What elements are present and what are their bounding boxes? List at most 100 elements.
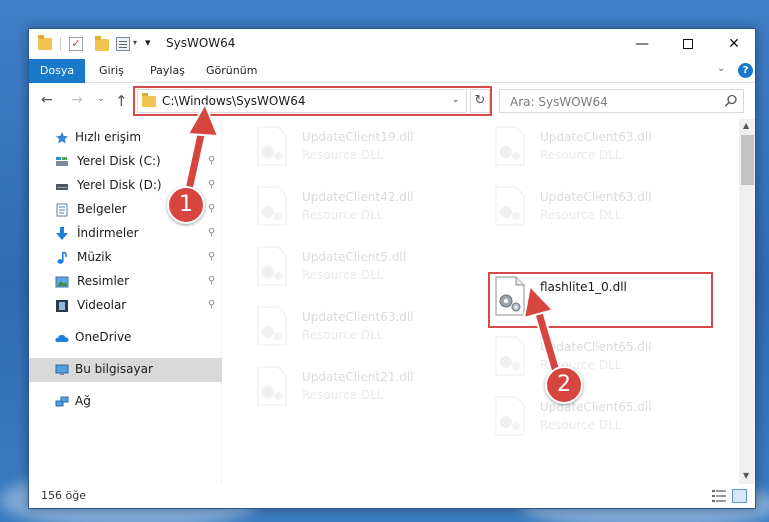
- file-item[interactable]: UpdateClient42.dll Resource DLL: [250, 184, 470, 238]
- dll-file-icon: [257, 126, 287, 166]
- download-icon: [56, 227, 68, 240]
- file-item[interactable]: UpdateClient63.dll Resource DLL: [250, 304, 470, 358]
- sidebar-item-quick-access[interactable]: Hızlı erişim: [29, 126, 222, 150]
- dll-file-icon: [495, 396, 525, 436]
- documents-icon: [56, 203, 68, 217]
- details-view-icon[interactable]: [712, 490, 726, 502]
- pin-icon[interactable]: ⚲: [208, 299, 215, 310]
- scroll-up-icon[interactable]: ▲: [743, 121, 749, 130]
- sidebar-item-pictures[interactable]: Resimler ⚲: [29, 270, 222, 294]
- pin-icon[interactable]: ⚲: [208, 251, 215, 262]
- maximize-button[interactable]: [665, 29, 711, 59]
- vertical-scrollbar[interactable]: ▲ ▼: [739, 119, 755, 484]
- sidebar-item-this-pc[interactable]: Bu bilgisayar: [29, 358, 222, 382]
- properties-icon[interactable]: [116, 37, 130, 51]
- file-name: UpdateClient21.dll: [302, 370, 414, 384]
- minimize-button[interactable]: —: [619, 29, 665, 59]
- search-input[interactable]: Ara: SysWOW64: [499, 89, 744, 113]
- dll-file-icon: [257, 186, 287, 226]
- pin-icon[interactable]: ⚲: [208, 275, 215, 286]
- file-highlight-box: [488, 272, 713, 328]
- sidebar-item-label: Yerel Disk (C:): [77, 154, 161, 168]
- forward-button[interactable]: →: [71, 92, 83, 108]
- callout-2: 2: [545, 366, 583, 404]
- search-placeholder: Ara: SysWOW64: [510, 95, 608, 109]
- sidebar-item-onedrive[interactable]: OneDrive: [29, 326, 222, 350]
- file-type: Resource DLL: [302, 148, 384, 162]
- item-count: 156 öğe: [41, 489, 86, 502]
- scroll-thumb[interactable]: [741, 135, 754, 185]
- dll-file-icon: [495, 336, 525, 376]
- pin-icon[interactable]: ⚲: [208, 179, 215, 190]
- sidebar-item-label: Ağ: [75, 394, 91, 408]
- file-item[interactable]: UpdateClient19.dll Resource DLL: [250, 124, 470, 178]
- back-button[interactable]: ←: [41, 92, 53, 108]
- star-icon: [56, 132, 68, 144]
- dll-file-icon: [257, 306, 287, 346]
- tab-home[interactable]: Giriş: [89, 59, 134, 83]
- file-type: Resource DLL: [540, 208, 622, 222]
- scroll-down-icon[interactable]: ▼: [743, 471, 749, 480]
- file-item[interactable]: UpdateClient65.dll Resource DLL: [488, 334, 708, 388]
- sidebar-item-videos[interactable]: Videolar ⚲: [29, 294, 222, 318]
- address-highlight-box: [133, 86, 492, 116]
- file-item[interactable]: UpdateClient5.dll Resource DLL: [250, 244, 470, 298]
- chevron-down-icon[interactable]: ▾: [133, 38, 137, 56]
- dll-file-icon: [257, 246, 287, 286]
- sidebar-item-label: Belgeler: [77, 202, 127, 216]
- file-type: Resource DLL: [540, 418, 622, 432]
- sidebar-item-label: Videolar: [77, 298, 127, 312]
- pictures-icon: [55, 276, 69, 288]
- sidebar-item-label: Yerel Disk (D:): [77, 178, 162, 192]
- navigation-pane: Hızlı erişim Yerel Disk (C:) ⚲ Yerel Dis…: [29, 119, 222, 484]
- customize-toolbar-icon[interactable]: ▾: [145, 36, 151, 54]
- file-type: Resource DLL: [302, 208, 384, 222]
- up-button[interactable]: ↑: [115, 92, 128, 110]
- file-item[interactable]: UpdateClient21.dll Resource DLL: [250, 364, 470, 418]
- maximize-icon: [683, 39, 693, 49]
- network-icon: [55, 396, 69, 407]
- help-icon[interactable]: ?: [738, 63, 753, 78]
- drive-icon: [56, 184, 68, 190]
- file-type: Resource DLL: [302, 268, 384, 282]
- drive-icon: [56, 157, 68, 166]
- ribbon-tabs: Dosya Giriş Paylaş Görünüm ⌄ ?: [29, 59, 755, 83]
- sidebar-item-downloads[interactable]: İndirmeler ⚲: [29, 222, 222, 246]
- file-item[interactable]: UpdateClient63.dll Resource DLL: [488, 124, 708, 178]
- tab-file[interactable]: Dosya: [29, 59, 85, 83]
- sidebar-item-local-disk-c[interactable]: Yerel Disk (C:) ⚲: [29, 150, 222, 174]
- recent-locations-button[interactable]: ⌄: [97, 94, 105, 104]
- sidebar-item-label: İndirmeler: [77, 226, 139, 240]
- tab-share[interactable]: Paylaş: [140, 59, 195, 83]
- sidebar-item-label: Resimler: [77, 274, 130, 288]
- file-item[interactable]: UpdateClient63.dll Resource DLL: [488, 184, 708, 238]
- search-icon[interactable]: [724, 94, 738, 108]
- status-bar: 156 öğe: [29, 485, 755, 508]
- file-type: Resource DLL: [540, 148, 622, 162]
- properties-check-icon[interactable]: ✓: [69, 37, 83, 51]
- dll-file-icon: [495, 126, 525, 166]
- close-button[interactable]: ✕: [711, 29, 755, 59]
- window-title: SysWOW64: [166, 36, 236, 50]
- tiles-view-icon[interactable]: [732, 489, 747, 503]
- sidebar-item-label: Müzik: [77, 250, 112, 264]
- ribbon-expand-icon[interactable]: ⌄: [717, 63, 725, 74]
- file-name: UpdateClient63.dll: [302, 310, 414, 324]
- file-name: UpdateClient5.dll: [302, 250, 406, 264]
- pin-icon[interactable]: ⚲: [208, 227, 215, 238]
- pin-icon[interactable]: ⚲: [208, 203, 215, 214]
- toolbar-divider: [60, 37, 61, 51]
- dll-file-icon: [495, 186, 525, 226]
- file-item[interactable]: UpdateClient65.dll Resource DLL: [488, 394, 708, 448]
- title-bar: ✓ ▾ ▾ SysWOW64 — ✕: [29, 29, 755, 59]
- sidebar-item-music[interactable]: Müzik ⚲: [29, 246, 222, 270]
- new-folder-icon[interactable]: [95, 36, 109, 51]
- tab-view[interactable]: Görünüm: [196, 59, 267, 83]
- computer-icon: [55, 364, 69, 375]
- pin-icon[interactable]: ⚲: [208, 155, 215, 166]
- explorer-window: ✓ ▾ ▾ SysWOW64 — ✕ Dosya Giriş Paylaş Gö…: [28, 28, 756, 509]
- file-type: Resource DLL: [302, 328, 384, 342]
- sidebar-item-label: Hızlı erişim: [75, 130, 142, 144]
- file-name: UpdateClient63.dll: [540, 130, 652, 144]
- sidebar-item-network[interactable]: Ağ: [29, 390, 222, 414]
